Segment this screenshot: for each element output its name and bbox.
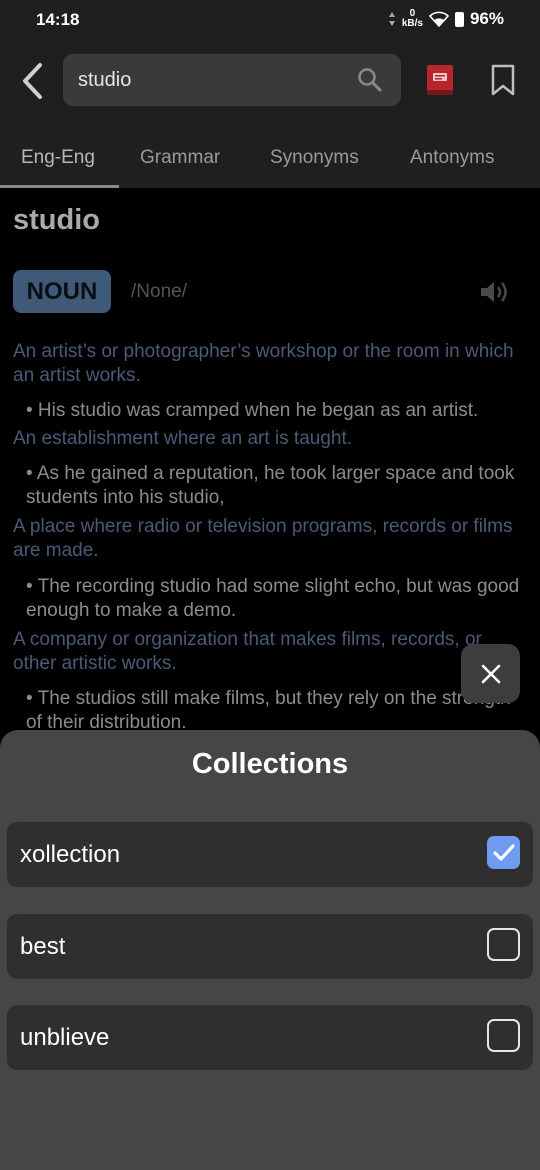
checkbox-icon[interactable]	[487, 1019, 520, 1052]
net-speed: 0 kB/s	[402, 9, 423, 29]
example-text: • The recording studio had some slight e…	[26, 576, 520, 621]
net-speed-unit: kB/s	[401, 18, 423, 29]
back-arrow-icon[interactable]	[18, 62, 48, 100]
example-text: • The studios still make films, but they…	[26, 688, 511, 733]
collection-label: best	[20, 933, 66, 960]
collection-label: unblieve	[20, 1024, 110, 1051]
tab-synonyms[interactable]: Synonyms	[270, 147, 359, 169]
definition-panel: studio NOUN /None/ An artist’s or photog…	[0, 188, 540, 748]
collection-item[interactable]: unblieve	[7, 1005, 533, 1070]
definition-text: A place where radio or television progra…	[13, 516, 513, 561]
battery-icon	[454, 11, 464, 27]
tab-grammar[interactable]: Grammar	[140, 147, 220, 169]
definition-text: An artist’s or photographer’s workshop o…	[13, 341, 514, 386]
speaker-icon[interactable]	[480, 280, 512, 304]
search-icon[interactable]	[357, 67, 383, 93]
example-text: • His studio was cramped when he began a…	[26, 400, 479, 421]
collections-sheet: Collections xollection best unblieve	[0, 730, 540, 1170]
status-time: 14:18	[36, 10, 80, 29]
search-bar[interactable]	[63, 54, 401, 106]
bookmark-icon[interactable]	[490, 64, 516, 96]
checkbox-icon[interactable]	[487, 928, 520, 961]
collection-item[interactable]: best	[7, 914, 533, 979]
entry-word: studio	[13, 204, 100, 236]
definition-text: An establishment where an art is taught.	[13, 428, 353, 449]
collection-item[interactable]: xollection	[7, 822, 533, 887]
collection-label: xollection	[20, 841, 121, 868]
data-arrows-icon	[388, 12, 395, 26]
status-icons: 0 kB/s 96%	[388, 9, 504, 29]
sheet-title: Collections	[191, 748, 349, 780]
tab-antonyms[interactable]: Antonyms	[410, 147, 494, 169]
tab-bar: Eng-Eng Grammar Synonyms Antonyms	[0, 125, 540, 189]
phonetic-text: /None/	[131, 281, 187, 302]
definition-text: A company or organization that makes fil…	[13, 629, 482, 674]
example-text: • As he gained a reputation, he took lar…	[26, 463, 515, 508]
battery-percent: 96%	[469, 9, 504, 28]
part-of-speech-badge: NOUN	[13, 270, 111, 313]
close-icon	[481, 664, 500, 683]
app-bar	[0, 40, 540, 125]
checkbox-checked-icon[interactable]	[487, 836, 520, 869]
status-bar: 14:18 0 kB/s 96%	[0, 0, 540, 40]
tab-eng-eng[interactable]: Eng-Eng	[21, 147, 95, 169]
close-button[interactable]	[461, 644, 520, 703]
book-icon[interactable]	[426, 64, 454, 96]
wifi-icon	[428, 11, 449, 27]
search-input[interactable]	[76, 67, 340, 93]
